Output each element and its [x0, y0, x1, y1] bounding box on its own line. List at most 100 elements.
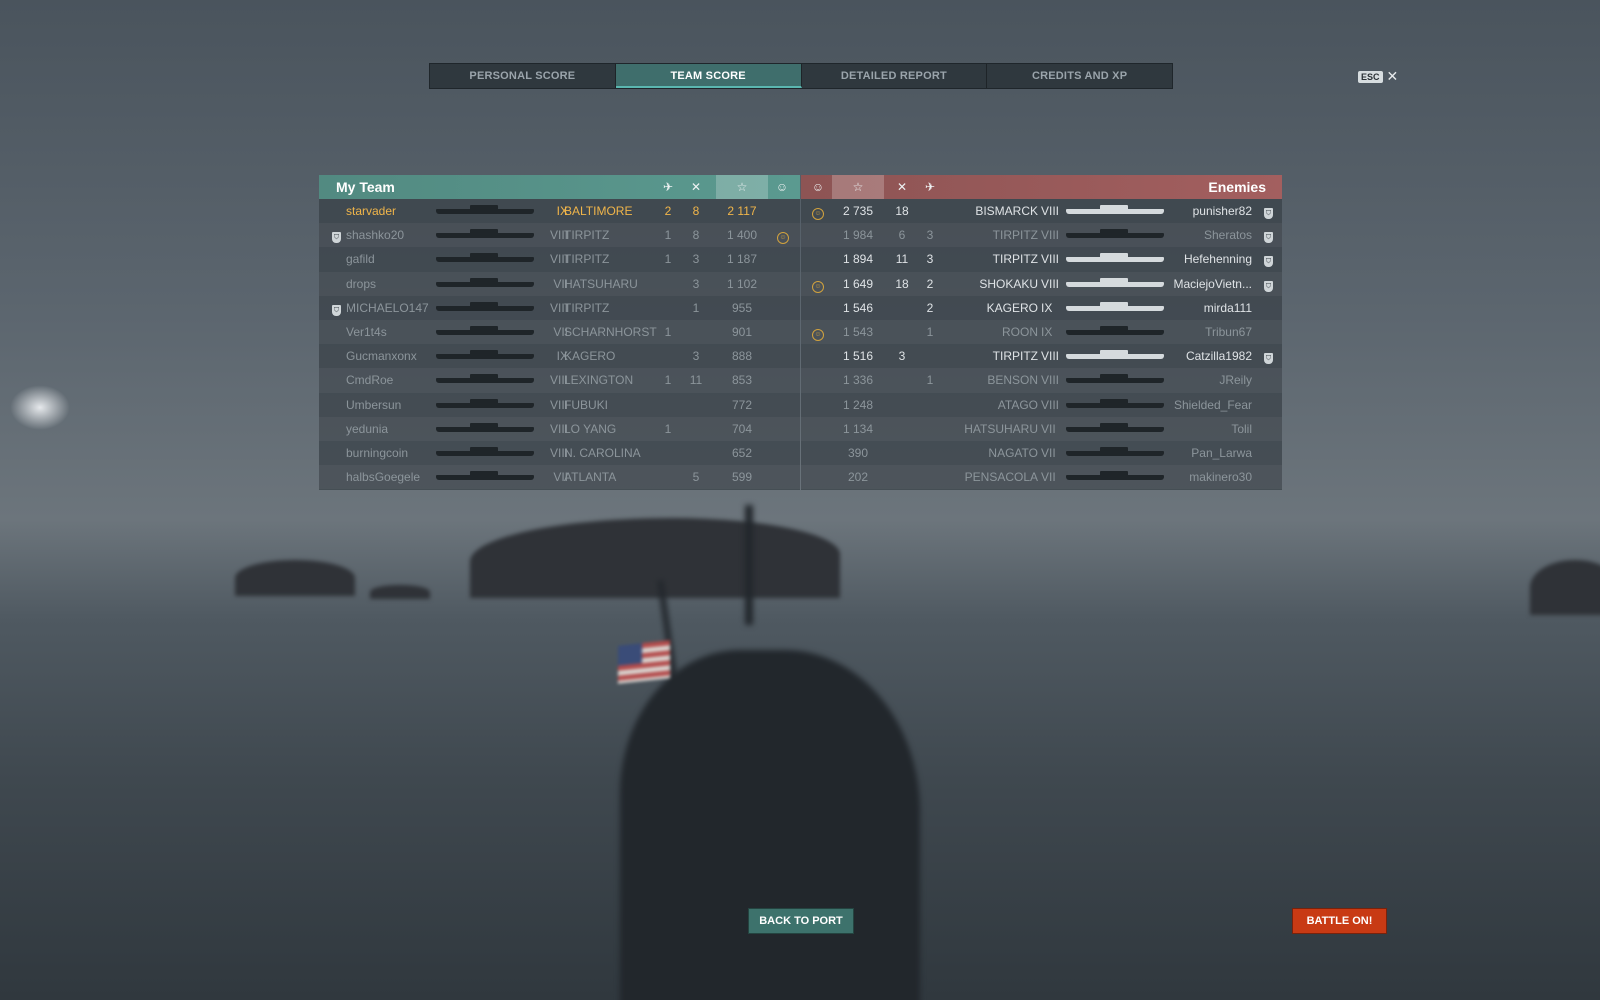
background-scene: [0, 0, 1600, 1000]
ship-silhouette-icon: [436, 374, 534, 384]
base-xp: 1 187: [726, 252, 758, 267]
player-row[interactable]: ☺ 1 649 18 2 SHOKAKU VIII MaciejoVietn... ⛉: [801, 271, 1282, 296]
player-name: Catzilla1982: [1185, 349, 1252, 364]
ship-name: BALTIMORE: [564, 204, 633, 218]
ship-silhouette-icon: [436, 277, 534, 287]
ship-tier: VIII: [1041, 373, 1060, 388]
player-row[interactable]: Gucmanxonx IX KAGERO 3 888: [319, 344, 800, 368]
ship-name: PENSACOLA: [964, 470, 1038, 485]
planes-destroyed-icon: ✈: [662, 180, 674, 194]
player-name: shashko20: [346, 228, 405, 243]
planes-destroyed-icon: ✈: [924, 180, 936, 194]
base-xp: 390: [847, 445, 869, 460]
ship-name: KAGERO: [986, 300, 1038, 315]
my-team-header: My Team ✈ ✕ ☆ ☺: [319, 175, 800, 199]
base-xp: 652: [731, 445, 753, 460]
ship-tier: VIII: [1041, 397, 1060, 412]
division-badge-icon: ⛉: [1264, 256, 1273, 268]
ship-tier: VIII: [1041, 204, 1060, 218]
tab-detailed-report[interactable]: DETAILED REPORT: [802, 64, 988, 88]
ship-silhouette-icon: [436, 446, 534, 456]
ship-tier: VIII: [1041, 228, 1060, 243]
close-button[interactable]: ESC ✕: [1358, 68, 1398, 85]
base-xp: 704: [731, 421, 753, 436]
player-name: gafild: [346, 252, 375, 267]
player-row[interactable]: 1 516 3 TIRPITZ VIII Catzilla1982 ⛉: [801, 344, 1282, 368]
ships-destroyed: 11: [895, 252, 909, 267]
back-to-port-button[interactable]: BACK TO PORT: [748, 908, 854, 934]
player-row[interactable]: Umbersun VIII FUBUKI 772: [319, 393, 800, 417]
base-xp: 772: [731, 397, 753, 412]
tab-personal-score[interactable]: PERSONAL SCORE: [430, 64, 616, 88]
player-row[interactable]: 1 984 6 3 TIRPITZ VIII Sheratos ⛉: [801, 223, 1282, 248]
ship-tier: VII: [1041, 470, 1056, 485]
ship-name: TIRPITZ: [564, 300, 610, 315]
island: [1530, 560, 1600, 615]
player-row[interactable]: yedunia VIII LO YANG 1 704: [319, 416, 800, 441]
base-xp: 1 102: [726, 276, 758, 291]
ships-destroyed: 5: [692, 470, 700, 485]
battle-on-button[interactable]: BATTLE ON!: [1292, 908, 1387, 934]
base-xp: 1 649: [842, 276, 874, 291]
ship-silhouette-icon: [436, 325, 534, 335]
player-row[interactable]: gafild VIII TIRPITZ 1 3 1 187: [319, 247, 800, 271]
achievement-medal-icon: ☺: [812, 280, 824, 293]
ship-tier: IX: [1041, 300, 1053, 315]
base-xp: 853: [731, 373, 753, 388]
player-row[interactable]: starvader IX BALTIMORE 2 8 2 117: [319, 199, 800, 223]
player-name: Tolil: [1231, 421, 1252, 436]
player-row[interactable]: ☺ 1 543 1 ROON IX Tribun67: [801, 319, 1282, 345]
player-name: Hefehenning: [1183, 252, 1252, 267]
player-row[interactable]: drops VII HATSUHARU 3 1 102: [319, 271, 800, 296]
sun-glow: [10, 385, 70, 430]
planes-destroyed: 1: [664, 421, 672, 436]
island: [470, 518, 840, 598]
ship-name: LO YANG: [564, 421, 617, 436]
ship-name: N. CAROLINA: [564, 445, 641, 460]
player-row[interactable]: ⛉ shashko20 VIII TIRPITZ 1 8 1 400 ☺: [319, 223, 800, 248]
ship-silhouette-icon: [436, 350, 534, 360]
enemy-team-header: ☺ ☆ ✕ ✈ Enemies: [801, 175, 1282, 199]
tab-credits-and-xp[interactable]: CREDITS AND XP: [987, 64, 1172, 88]
ship-silhouette-icon: [436, 253, 534, 263]
ships-destroyed: 3: [692, 349, 700, 364]
ship-mast: [745, 505, 753, 625]
player-row[interactable]: ⛉ MICHAELO147 VIII TIRPITZ 1 955: [319, 296, 800, 320]
planes-destroyed: 1: [664, 324, 672, 339]
ships-destroyed: 18: [895, 276, 909, 291]
player-row[interactable]: 202 PENSACOLA VII makinero30: [801, 465, 1282, 490]
ship-tier: VII: [1041, 421, 1056, 436]
enemy-team-table: ☺ ☆ ✕ ✈ Enemies ☺ 2 735 18 BISMARCK VIII puni…: [801, 175, 1282, 490]
player-row[interactable]: 1 546 2 KAGERO IX mirda111: [801, 296, 1282, 320]
player-name: Gucmanxonx: [346, 349, 417, 364]
player-row[interactable]: 1 248 ATAGO VIII Shielded_Fear: [801, 393, 1282, 417]
player-row[interactable]: burningcoin VIII N. CAROLINA 652: [319, 441, 800, 465]
player-name: Tribun67: [1205, 324, 1252, 339]
player-name: starvader: [346, 204, 397, 218]
player-row[interactable]: 1 894 11 3 TIRPITZ VIII Hefehenning ⛉: [801, 247, 1282, 271]
player-row[interactable]: 1 134 HATSUHARU VII Tolil: [801, 416, 1282, 441]
player-name: CmdRoe: [346, 373, 394, 388]
player-row[interactable]: halbsGoegele VII ATLANTA 5 599: [319, 465, 800, 490]
ships-destroyed: 8: [692, 228, 700, 243]
player-row[interactable]: CmdRoe VIII LEXINGTON 1 11 853: [319, 368, 800, 393]
player-name: MICHAELO147: [346, 300, 429, 315]
planes-destroyed: 1: [664, 228, 672, 243]
player-row[interactable]: 1 336 1 BENSON VIII JReily: [801, 368, 1282, 393]
ship-tier: VII: [1041, 445, 1056, 460]
tab-team-score[interactable]: TEAM SCORE: [615, 64, 802, 88]
ships-destroyed-icon: ✕: [896, 180, 908, 194]
enemy-team-rows: ☺ 2 735 18 BISMARCK VIII punisher82 ⛉ 1 984 6 3 TI…: [801, 199, 1282, 490]
ship-name: FUBUKI: [564, 397, 609, 412]
player-row[interactable]: ☺ 2 735 18 BISMARCK VIII punisher82 ⛉: [801, 199, 1282, 223]
player-row[interactable]: Ver1t4s VII SCHARNHORST 1 901: [319, 319, 800, 345]
achievement-icon: ☺: [811, 180, 825, 194]
ship-name: TIRPITZ: [992, 228, 1038, 243]
division-badge-icon: ⛉: [1264, 232, 1273, 244]
base-xp: 1 894: [842, 252, 874, 267]
player-name: JReily: [1219, 373, 1252, 388]
player-row[interactable]: 390 NAGATO VII Pan_Larwa: [801, 441, 1282, 465]
base-xp: 888: [731, 349, 753, 364]
island: [370, 585, 430, 599]
ship-silhouette-icon: [436, 398, 534, 408]
